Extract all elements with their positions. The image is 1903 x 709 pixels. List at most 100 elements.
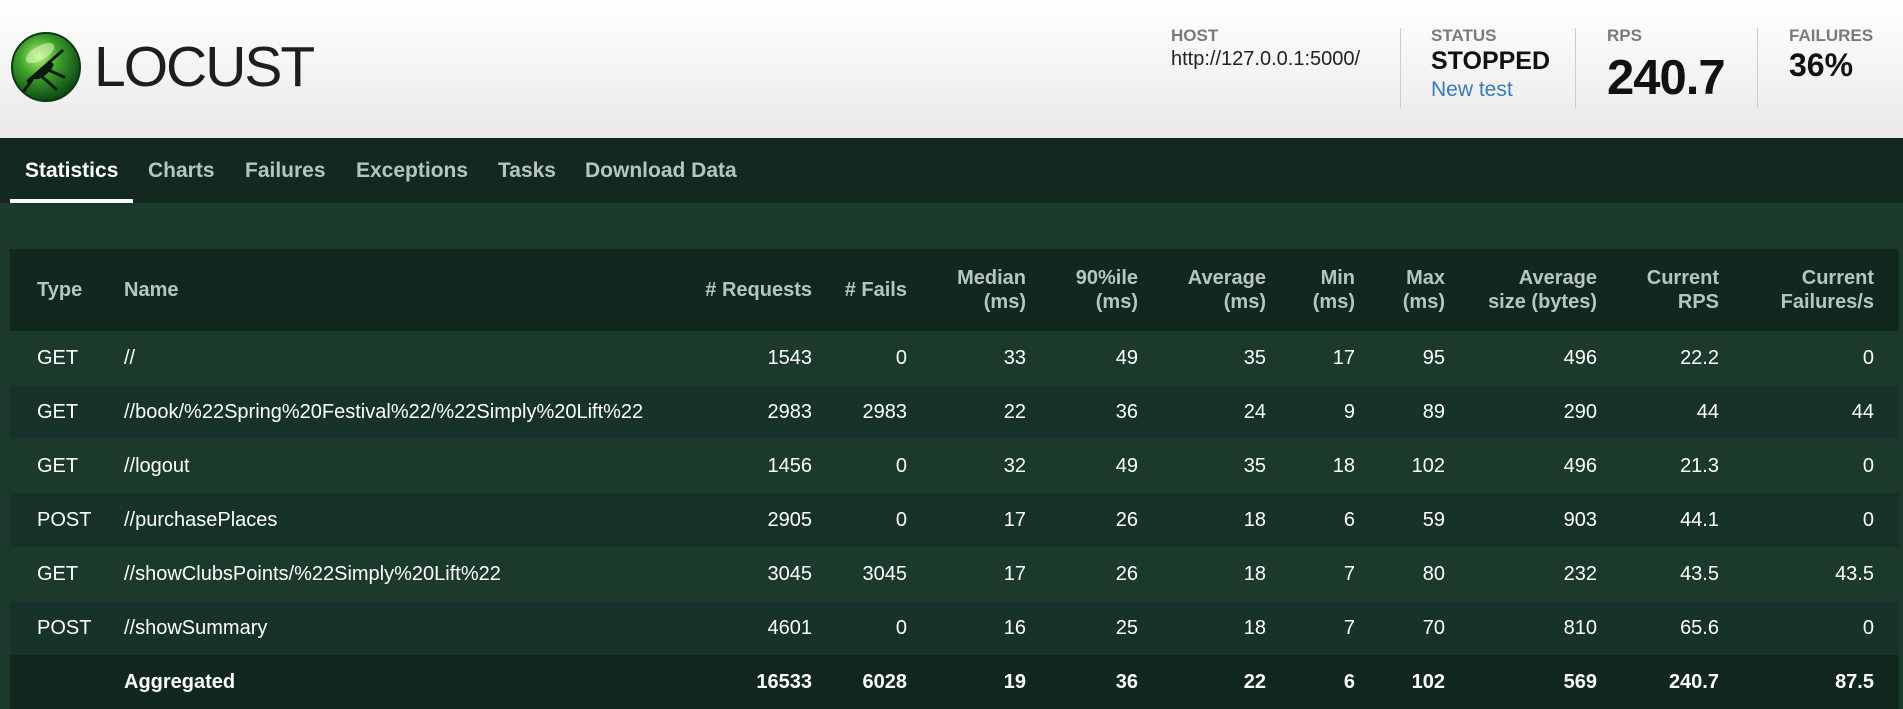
tab-tasks[interactable]: Tasks [483,138,571,203]
locust-logo-icon [11,32,81,102]
cell-average: 18 [1138,493,1266,547]
cell-min: 9 [1266,385,1355,439]
failures-value: 36% [1789,47,1854,83]
p90-header-line1: 90%ile [1075,267,1138,289]
cell-average: 22 [1138,655,1266,709]
cell-size: 496 [1445,439,1597,493]
table-row: POST //purchasePlaces 2905 0 17 26 18 6 … [10,493,1899,547]
rps-label: RPS [1607,26,1642,45]
host-stat: HOST http://127.0.0.1:5000/ [1171,26,1360,108]
col-average-header[interactable]: Average (ms) [1138,249,1266,331]
cell-max: 70 [1355,601,1445,655]
p90-header-line2: (ms) [1095,291,1138,313]
failures-label: FAILURES [1789,26,1874,45]
max-header-line2: (ms) [1402,291,1445,313]
cell-current-rps: 21.3 [1597,439,1719,493]
cell-current-rps: 43.5 [1597,547,1719,601]
cell-size: 810 [1445,601,1597,655]
cell-current-rps: 240.7 [1597,655,1719,709]
median-header-line1: Median [957,267,1026,289]
cell-type: GET [37,439,124,493]
cell-type: POST [37,601,124,655]
status-label: STATUS [1431,26,1497,45]
cell-min: 17 [1266,331,1355,385]
cell-requests: 2905 [687,493,812,547]
median-header-line2: (ms) [983,291,1026,313]
cell-name: Aggregated [124,655,687,709]
cell-current-failures: 0 [1719,331,1874,385]
table-row: GET // 1543 0 33 49 35 17 95 496 22.2 0 [10,331,1899,385]
col-size-header[interactable]: Average size (bytes) [1445,249,1597,331]
cell-requests: 1456 [687,439,812,493]
tab-failures[interactable]: Failures [230,138,341,203]
statistics-panel: Type Name # Requests # Fails Median (ms) … [0,203,1903,709]
max-header-line1: Max [1406,267,1445,289]
tab-download-data[interactable]: Download Data [570,138,752,203]
cell-name: //purchasePlaces [124,493,687,547]
cell-median: 33 [907,331,1026,385]
col-type-header[interactable]: Type [37,249,124,331]
cell-median: 17 [907,547,1026,601]
cell-median: 22 [907,385,1026,439]
cell-average: 18 [1138,547,1266,601]
current-failures-header-line1: Current [1801,267,1874,289]
cell-fails: 0 [812,601,907,655]
cell-average: 35 [1138,331,1266,385]
current-rps-header-line1: Current [1646,267,1719,289]
cell-median: 32 [907,439,1026,493]
col-p90-header[interactable]: 90%ile (ms) [1026,249,1138,331]
cell-type: GET [37,331,124,385]
col-current-failures-header[interactable]: Current Failures/s [1719,249,1874,331]
cell-min: 7 [1266,601,1355,655]
col-max-header[interactable]: Max (ms) [1355,249,1445,331]
tab-statistics[interactable]: Statistics [10,138,133,203]
col-median-header[interactable]: Median (ms) [907,249,1026,331]
cell-size: 496 [1445,331,1597,385]
cell-p90: 25 [1026,601,1138,655]
cell-max: 59 [1355,493,1445,547]
average-header-line2: (ms) [1223,291,1266,313]
cell-p90: 36 [1026,385,1138,439]
tab-exceptions[interactable]: Exceptions [341,138,483,203]
cell-type [37,655,124,709]
min-header-line2: (ms) [1312,291,1355,313]
col-name-header[interactable]: Name [124,249,687,331]
cell-p90: 49 [1026,331,1138,385]
rps-value: 240.7 [1607,51,1726,105]
cell-max: 102 [1355,655,1445,709]
cell-min: 6 [1266,493,1355,547]
col-min-header[interactable]: Min (ms) [1266,249,1355,331]
col-fails-header[interactable]: # Fails [812,249,907,331]
cell-median: 17 [907,493,1026,547]
cell-current-rps: 44.1 [1597,493,1719,547]
table-row: POST //showSummary 4601 0 16 25 18 7 70 … [10,601,1899,655]
aggregated-row: Aggregated 16533 6028 19 36 22 6 102 569… [10,655,1899,709]
tab-charts[interactable]: Charts [133,138,230,203]
cell-current-failures: 0 [1719,493,1874,547]
cell-requests: 2983 [687,385,812,439]
size-header-line2: size (bytes) [1488,291,1597,313]
col-current-rps-header[interactable]: Current RPS [1597,249,1719,331]
new-test-link[interactable]: New test [1431,78,1550,102]
cell-max: 95 [1355,331,1445,385]
locust-logo[interactable]: LOCUST [10,30,315,104]
cell-current-failures: 44 [1719,385,1874,439]
current-rps-header-line2: RPS [1677,291,1719,313]
failures-stat: FAILURES 36% [1789,26,1873,108]
col-requests-header[interactable]: # Requests [687,249,812,331]
min-header-line1: Min [1320,267,1355,289]
cell-current-rps: 44 [1597,385,1719,439]
cell-size: 290 [1445,385,1597,439]
cell-name: //logout [124,439,687,493]
cell-min: 18 [1266,439,1355,493]
cell-fails: 0 [812,493,907,547]
cell-median: 16 [907,601,1026,655]
stat-divider [1400,28,1401,108]
cell-min: 6 [1266,655,1355,709]
host-value: http://127.0.0.1:5000/ [1171,48,1361,70]
average-header-line1: Average [1187,267,1266,289]
cell-size: 903 [1445,493,1597,547]
cell-type: GET [37,547,124,601]
cell-p90: 26 [1026,493,1138,547]
cell-average: 18 [1138,601,1266,655]
